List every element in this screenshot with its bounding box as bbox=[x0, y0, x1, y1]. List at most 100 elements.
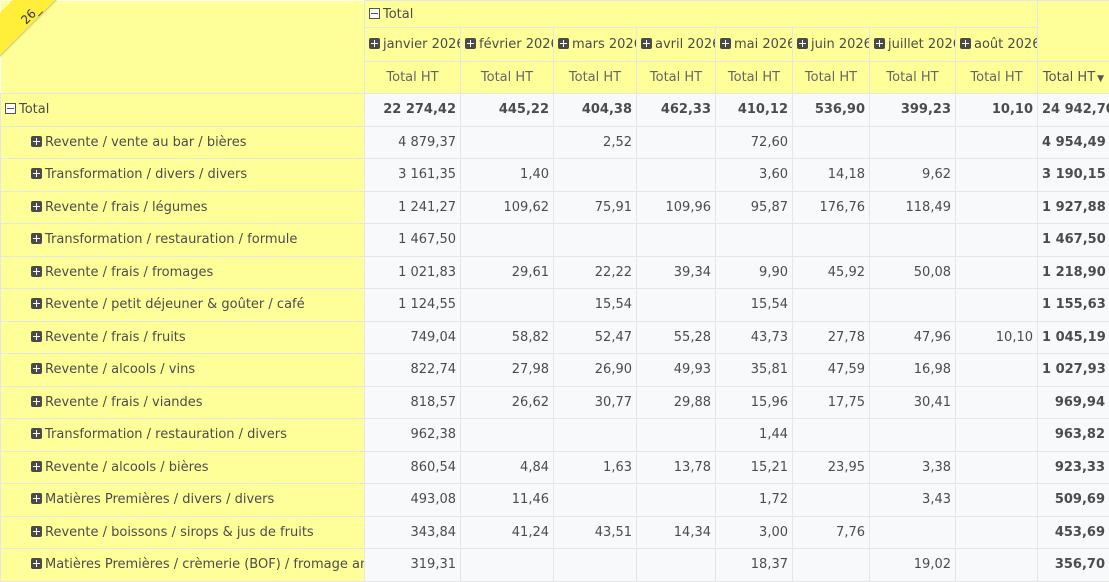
value-cell[interactable]: 41,24 bbox=[461, 516, 554, 549]
row-header-13[interactable]: Matières Premières / crèmerie (BOF) / fr… bbox=[1, 549, 365, 582]
value-cell[interactable]: 55,28 bbox=[637, 321, 716, 354]
expand-icon[interactable] bbox=[31, 363, 42, 374]
measure-header-0[interactable]: Total HT bbox=[365, 62, 461, 94]
expand-icon[interactable] bbox=[558, 38, 569, 49]
expand-icon[interactable] bbox=[31, 136, 42, 147]
total-cell-2[interactable]: 404,38 bbox=[554, 94, 637, 127]
value-cell[interactable]: 75,91 bbox=[554, 191, 637, 224]
value-cell[interactable]: 1 241,27 bbox=[365, 191, 461, 224]
value-cell[interactable]: 35,81 bbox=[716, 354, 793, 387]
value-cell[interactable]: 13,78 bbox=[637, 451, 716, 484]
value-cell[interactable]: 1,40 bbox=[461, 159, 554, 192]
month-header-3[interactable]: avril 2026 bbox=[637, 28, 716, 62]
value-cell[interactable]: 72,60 bbox=[716, 126, 793, 159]
value-cell[interactable]: 19,02 bbox=[870, 549, 956, 582]
total-cell-4[interactable]: 410,12 bbox=[716, 94, 793, 127]
value-cell[interactable]: 4 879,37 bbox=[365, 126, 461, 159]
expand-icon[interactable] bbox=[31, 298, 42, 309]
value-cell[interactable] bbox=[637, 549, 716, 582]
value-cell[interactable] bbox=[793, 126, 870, 159]
value-cell[interactable] bbox=[956, 451, 1038, 484]
value-cell[interactable]: 7,76 bbox=[793, 516, 870, 549]
value-cell[interactable] bbox=[554, 159, 637, 192]
expand-icon[interactable] bbox=[31, 266, 42, 277]
row-header-total[interactable]: Total bbox=[1, 94, 365, 127]
value-cell[interactable]: 3,43 bbox=[870, 484, 956, 517]
value-cell[interactable] bbox=[554, 549, 637, 582]
value-cell[interactable]: 45,92 bbox=[793, 256, 870, 289]
expand-icon[interactable] bbox=[720, 38, 731, 49]
value-cell[interactable] bbox=[554, 484, 637, 517]
value-cell[interactable] bbox=[461, 549, 554, 582]
expand-icon[interactable] bbox=[369, 38, 380, 49]
value-cell[interactable] bbox=[793, 419, 870, 452]
month-header-1[interactable]: février 2026 bbox=[461, 28, 554, 62]
value-cell[interactable]: 176,76 bbox=[793, 191, 870, 224]
value-cell[interactable]: 1 467,50 bbox=[365, 224, 461, 257]
value-cell[interactable]: 822,74 bbox=[365, 354, 461, 387]
measure-header-3[interactable]: Total HT bbox=[637, 62, 716, 94]
value-cell[interactable]: 749,04 bbox=[365, 321, 461, 354]
value-cell[interactable]: 9,90 bbox=[716, 256, 793, 289]
month-header-6[interactable]: juillet 2026 bbox=[870, 28, 956, 62]
value-cell[interactable]: 95,87 bbox=[716, 191, 793, 224]
value-cell[interactable]: 49,93 bbox=[637, 354, 716, 387]
row-header-5[interactable]: Revente / petit déjeuner & goûter / café bbox=[1, 289, 365, 322]
row-header-6[interactable]: Revente / frais / fruits bbox=[1, 321, 365, 354]
expand-icon[interactable] bbox=[960, 38, 971, 49]
row-total-cell[interactable]: 453,69 bbox=[1038, 516, 1109, 549]
value-cell[interactable]: 30,77 bbox=[554, 386, 637, 419]
value-cell[interactable]: 3,60 bbox=[716, 159, 793, 192]
value-cell[interactable] bbox=[956, 256, 1038, 289]
value-cell[interactable]: 58,82 bbox=[461, 321, 554, 354]
row-total-cell[interactable]: 1 218,90 bbox=[1038, 256, 1109, 289]
value-cell[interactable]: 15,96 bbox=[716, 386, 793, 419]
value-cell[interactable] bbox=[956, 224, 1038, 257]
value-cell[interactable]: 18,37 bbox=[716, 549, 793, 582]
expand-icon[interactable] bbox=[31, 428, 42, 439]
row-total-cell[interactable]: 1 045,19 bbox=[1038, 321, 1109, 354]
value-cell[interactable]: 23,95 bbox=[793, 451, 870, 484]
value-cell[interactable]: 3,00 bbox=[716, 516, 793, 549]
value-cell[interactable]: 27,78 bbox=[793, 321, 870, 354]
expand-icon[interactable] bbox=[31, 233, 42, 244]
expand-icon[interactable] bbox=[31, 461, 42, 472]
expand-icon[interactable] bbox=[31, 493, 42, 504]
value-cell[interactable]: 14,18 bbox=[793, 159, 870, 192]
grand-total-cell[interactable]: 24 942,70 bbox=[1038, 94, 1109, 127]
month-header-2[interactable]: mars 2026 bbox=[554, 28, 637, 62]
value-cell[interactable] bbox=[461, 126, 554, 159]
row-total-cell[interactable]: 963,82 bbox=[1038, 419, 1109, 452]
value-cell[interactable] bbox=[956, 516, 1038, 549]
value-cell[interactable]: 14,34 bbox=[637, 516, 716, 549]
grand-total-measure-header[interactable]: Total HT▼ bbox=[1038, 62, 1109, 94]
value-cell[interactable]: 3,38 bbox=[870, 451, 956, 484]
value-cell[interactable]: 1,72 bbox=[716, 484, 793, 517]
row-total-cell[interactable]: 4 954,49 bbox=[1038, 126, 1109, 159]
value-cell[interactable]: 493,08 bbox=[365, 484, 461, 517]
total-cell-3[interactable]: 462,33 bbox=[637, 94, 716, 127]
measure-header-2[interactable]: Total HT bbox=[554, 62, 637, 94]
value-cell[interactable]: 39,34 bbox=[637, 256, 716, 289]
value-cell[interactable] bbox=[956, 159, 1038, 192]
value-cell[interactable]: 343,84 bbox=[365, 516, 461, 549]
value-cell[interactable]: 319,31 bbox=[365, 549, 461, 582]
value-cell[interactable]: 9,62 bbox=[870, 159, 956, 192]
value-cell[interactable]: 15,54 bbox=[554, 289, 637, 322]
value-cell[interactable] bbox=[461, 289, 554, 322]
value-cell[interactable] bbox=[956, 191, 1038, 224]
value-cell[interactable]: 962,38 bbox=[365, 419, 461, 452]
value-cell[interactable]: 1,44 bbox=[716, 419, 793, 452]
total-cell-1[interactable]: 445,22 bbox=[461, 94, 554, 127]
row-header-8[interactable]: Revente / frais / viandes bbox=[1, 386, 365, 419]
value-cell[interactable] bbox=[870, 289, 956, 322]
row-total-cell[interactable]: 1 467,50 bbox=[1038, 224, 1109, 257]
value-cell[interactable]: 15,54 bbox=[716, 289, 793, 322]
row-total-cell[interactable]: 509,69 bbox=[1038, 484, 1109, 517]
value-cell[interactable] bbox=[637, 224, 716, 257]
row-header-11[interactable]: Matières Premières / divers / divers bbox=[1, 484, 365, 517]
value-cell[interactable] bbox=[461, 224, 554, 257]
measure-header-1[interactable]: Total HT bbox=[461, 62, 554, 94]
month-header-4[interactable]: mai 2026 bbox=[716, 28, 793, 62]
total-cell-0[interactable]: 22 274,42 bbox=[365, 94, 461, 127]
